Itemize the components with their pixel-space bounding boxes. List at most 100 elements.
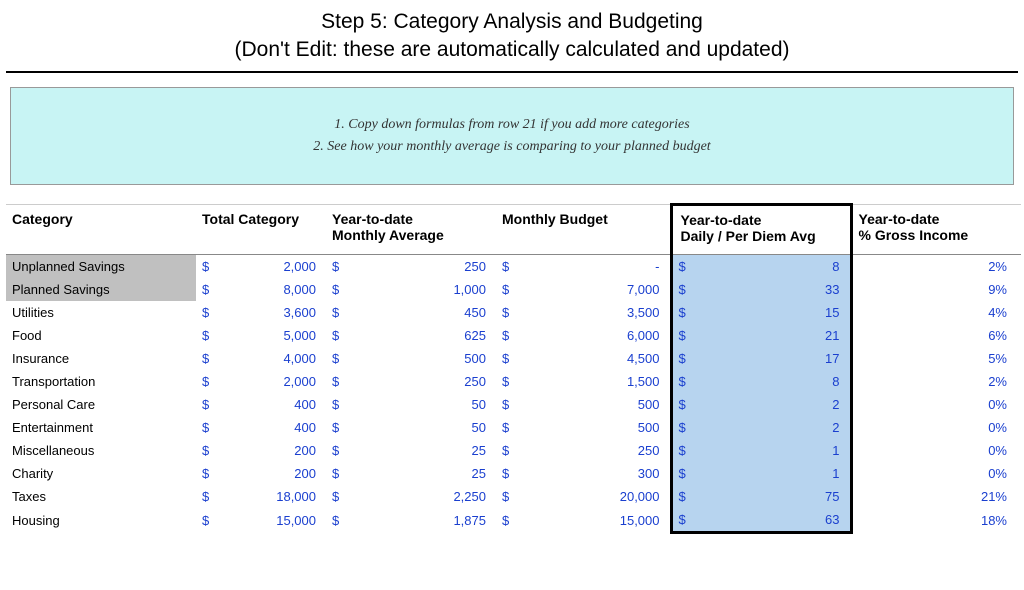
cell-total[interactable]: $5,000 <box>196 324 326 347</box>
cell-avg-value: 500 <box>464 351 486 366</box>
cell-perdiem-value: 1 <box>832 466 839 481</box>
dollar-sign: $ <box>679 351 686 366</box>
cell-total-value: 400 <box>294 420 316 435</box>
cell-perdiem[interactable]: $75 <box>671 485 851 508</box>
cell-gross[interactable]: 2% <box>851 370 1021 393</box>
cell-perdiem[interactable]: $63 <box>671 508 851 533</box>
cell-category[interactable]: Transportation <box>6 370 196 393</box>
cell-total[interactable]: $200 <box>196 439 326 462</box>
cell-perdiem[interactable]: $21 <box>671 324 851 347</box>
cell-perdiem-value: 2 <box>832 420 839 435</box>
cell-budget[interactable]: $3,500 <box>496 301 671 324</box>
table-row: Transportation$2,000$250$1,500$82% <box>6 370 1021 393</box>
cell-budget[interactable]: $500 <box>496 416 671 439</box>
cell-avg[interactable]: $50 <box>326 393 496 416</box>
cell-budget[interactable]: $20,000 <box>496 485 671 508</box>
cell-perdiem[interactable]: $1 <box>671 462 851 485</box>
cell-avg-value: 250 <box>464 374 486 389</box>
cell-total-value: 2,000 <box>283 374 316 389</box>
cell-total[interactable]: $2,000 <box>196 370 326 393</box>
dollar-sign: $ <box>679 443 686 458</box>
cell-perdiem-value: 21 <box>825 328 839 343</box>
cell-total[interactable]: $400 <box>196 416 326 439</box>
table-row: Entertainment$400$50$500$20% <box>6 416 1021 439</box>
cell-budget[interactable]: $6,000 <box>496 324 671 347</box>
cell-perdiem[interactable]: $17 <box>671 347 851 370</box>
cell-perdiem[interactable]: $8 <box>671 255 851 279</box>
cell-budget[interactable]: $500 <box>496 393 671 416</box>
table-row: Taxes$18,000$2,250$20,000$7521% <box>6 485 1021 508</box>
cell-avg-value: 50 <box>472 397 486 412</box>
cell-category[interactable]: Insurance <box>6 347 196 370</box>
cell-budget[interactable]: $7,000 <box>496 278 671 301</box>
cell-budget-value: 1,500 <box>627 374 660 389</box>
dollar-sign: $ <box>332 466 339 481</box>
cell-gross[interactable]: 9% <box>851 278 1021 301</box>
cell-perdiem[interactable]: $15 <box>671 301 851 324</box>
cell-total[interactable]: $15,000 <box>196 508 326 533</box>
cell-avg[interactable]: $450 <box>326 301 496 324</box>
cell-category[interactable]: Food <box>6 324 196 347</box>
cell-gross[interactable]: 0% <box>851 462 1021 485</box>
cell-total[interactable]: $2,000 <box>196 255 326 279</box>
table-row: Planned Savings$8,000$1,000$7,000$339% <box>6 278 1021 301</box>
cell-perdiem[interactable]: $2 <box>671 416 851 439</box>
cell-gross[interactable]: 18% <box>851 508 1021 533</box>
cell-perdiem[interactable]: $1 <box>671 439 851 462</box>
dollar-sign: $ <box>202 489 209 504</box>
cell-avg[interactable]: $500 <box>326 347 496 370</box>
cell-avg[interactable]: $25 <box>326 439 496 462</box>
cell-category[interactable]: Housing <box>6 508 196 533</box>
cell-category[interactable]: Personal Care <box>6 393 196 416</box>
cell-total[interactable]: $18,000 <box>196 485 326 508</box>
cell-avg[interactable]: $250 <box>326 370 496 393</box>
cell-total[interactable]: $400 <box>196 393 326 416</box>
cell-budget[interactable]: $250 <box>496 439 671 462</box>
cell-total[interactable]: $3,600 <box>196 301 326 324</box>
cell-avg[interactable]: $50 <box>326 416 496 439</box>
cell-gross[interactable]: 0% <box>851 416 1021 439</box>
cell-category[interactable]: Unplanned Savings <box>6 255 196 279</box>
cell-gross[interactable]: 4% <box>851 301 1021 324</box>
cell-budget-value: 3,500 <box>627 305 660 320</box>
cell-budget[interactable]: $- <box>496 255 671 279</box>
cell-perdiem[interactable]: $33 <box>671 278 851 301</box>
cell-category[interactable]: Taxes <box>6 485 196 508</box>
cell-category[interactable]: Miscellaneous <box>6 439 196 462</box>
cell-category[interactable]: Planned Savings <box>6 278 196 301</box>
cell-category[interactable]: Utilities <box>6 301 196 324</box>
cell-avg[interactable]: $25 <box>326 462 496 485</box>
cell-budget-value: 250 <box>638 443 660 458</box>
cell-total[interactable]: $8,000 <box>196 278 326 301</box>
cell-gross[interactable]: 0% <box>851 393 1021 416</box>
cell-avg[interactable]: $625 <box>326 324 496 347</box>
cell-gross[interactable]: 21% <box>851 485 1021 508</box>
cell-budget-value: 4,500 <box>627 351 660 366</box>
cell-category[interactable]: Entertainment <box>6 416 196 439</box>
cell-avg-value: 25 <box>472 466 486 481</box>
cell-total[interactable]: $200 <box>196 462 326 485</box>
cell-avg[interactable]: $250 <box>326 255 496 279</box>
dollar-sign: $ <box>202 420 209 435</box>
dollar-sign: $ <box>202 351 209 366</box>
cell-budget[interactable]: $1,500 <box>496 370 671 393</box>
cell-gross[interactable]: 0% <box>851 439 1021 462</box>
cell-budget[interactable]: $4,500 <box>496 347 671 370</box>
cell-perdiem[interactable]: $2 <box>671 393 851 416</box>
cell-perdiem[interactable]: $8 <box>671 370 851 393</box>
cell-budget[interactable]: $15,000 <box>496 508 671 533</box>
cell-category[interactable]: Charity <box>6 462 196 485</box>
dollar-sign: $ <box>202 328 209 343</box>
cell-budget[interactable]: $300 <box>496 462 671 485</box>
cell-avg[interactable]: $1,875 <box>326 508 496 533</box>
cell-gross[interactable]: 5% <box>851 347 1021 370</box>
cell-avg-value: 450 <box>464 305 486 320</box>
cell-gross[interactable]: 2% <box>851 255 1021 279</box>
cell-avg[interactable]: $2,250 <box>326 485 496 508</box>
dollar-sign: $ <box>332 351 339 366</box>
cell-gross[interactable]: 6% <box>851 324 1021 347</box>
cell-avg[interactable]: $1,000 <box>326 278 496 301</box>
cell-total[interactable]: $4,000 <box>196 347 326 370</box>
dollar-sign: $ <box>332 443 339 458</box>
cell-avg-value: 2,250 <box>453 489 486 504</box>
